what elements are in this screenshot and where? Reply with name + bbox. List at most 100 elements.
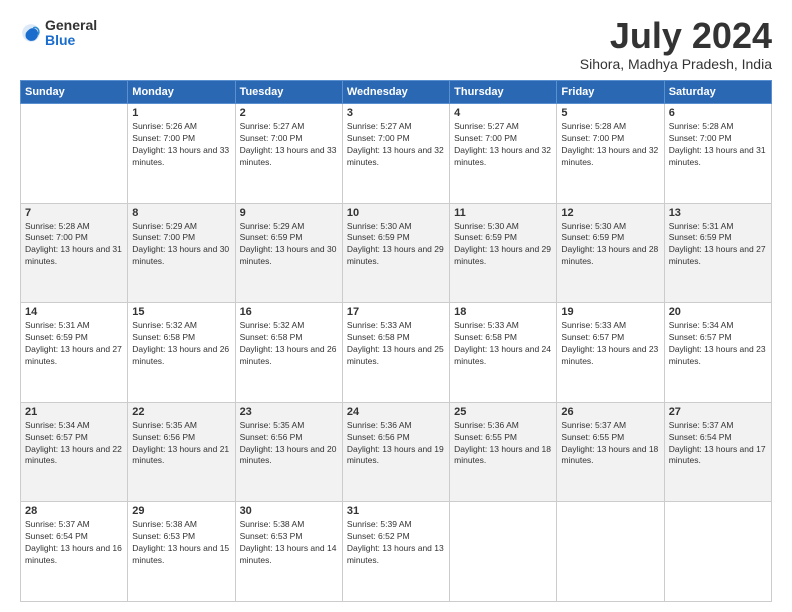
calendar-cell: 23 Sunrise: 5:35 AM Sunset: 6:56 PM Dayli… — [235, 402, 342, 502]
day-header-sunday: Sunday — [21, 81, 128, 104]
day-number: 17 — [347, 306, 445, 318]
logo-icon — [20, 22, 42, 44]
calendar-cell: 30 Sunrise: 5:38 AM Sunset: 6:53 PM Dayli… — [235, 502, 342, 602]
cell-info: Sunrise: 5:28 AM Sunset: 7:00 PM Dayligh… — [669, 121, 767, 169]
calendar-week-row: 1Sunrise: 5:26 AM Sunset: 7:00 PM Daylig… — [21, 104, 772, 204]
cell-info: Sunrise: 5:37 AM Sunset: 6:54 PM Dayligh… — [25, 519, 123, 567]
calendar-week-row: 28 Sunrise: 5:37 AM Sunset: 6:54 PM Dayli… — [21, 502, 772, 602]
month-title: July 2024 — [580, 18, 772, 54]
day-number: 12 — [561, 207, 659, 219]
day-number: 21 — [25, 406, 123, 418]
day-number: 10 — [347, 207, 445, 219]
day-number: 18 — [454, 306, 552, 318]
calendar-cell: 16 Sunrise: 5:32 AM Sunset: 6:58 PM Dayli… — [235, 303, 342, 403]
calendar-cell: 8 Sunrise: 5:29 AM Sunset: 7:00 PM Daylig… — [128, 203, 235, 303]
calendar-cell: 22Sunrise: 5:35 AM Sunset: 6:56 PM Dayli… — [128, 402, 235, 502]
day-number: 13 — [669, 207, 767, 219]
cell-info: Sunrise: 5:37 AM Sunset: 6:54 PM Dayligh… — [669, 420, 767, 468]
cell-info: Sunrise: 5:38 AM Sunset: 6:53 PM Dayligh… — [240, 519, 338, 567]
cell-info: Sunrise: 5:37 AM Sunset: 6:55 PM Dayligh… — [561, 420, 659, 468]
calendar-cell: 6 Sunrise: 5:28 AM Sunset: 7:00 PM Daylig… — [664, 104, 771, 204]
day-number: 2 — [240, 107, 338, 119]
calendar-table: SundayMondayTuesdayWednesdayThursdayFrid… — [20, 80, 772, 602]
day-header-monday: Monday — [128, 81, 235, 104]
day-number: 6 — [669, 107, 767, 119]
day-number: 9 — [240, 207, 338, 219]
logo-blue: Blue — [45, 33, 97, 48]
day-header-wednesday: Wednesday — [342, 81, 449, 104]
day-number: 1 — [132, 107, 230, 119]
cell-info: Sunrise: 5:30 AM Sunset: 6:59 PM Dayligh… — [561, 221, 659, 269]
cell-info: Sunrise: 5:28 AM Sunset: 7:00 PM Dayligh… — [25, 221, 123, 269]
cell-info: Sunrise: 5:34 AM Sunset: 6:57 PM Dayligh… — [669, 320, 767, 368]
cell-info: Sunrise: 5:27 AM Sunset: 7:00 PM Dayligh… — [454, 121, 552, 169]
calendar-cell — [450, 502, 557, 602]
calendar-cell — [557, 502, 664, 602]
day-header-saturday: Saturday — [664, 81, 771, 104]
day-number: 24 — [347, 406, 445, 418]
calendar-cell: 10 Sunrise: 5:30 AM Sunset: 6:59 PM Dayli… — [342, 203, 449, 303]
cell-info: Sunrise: 5:29 AM Sunset: 7:00 PM Dayligh… — [132, 221, 230, 269]
day-number: 23 — [240, 406, 338, 418]
cell-info: Sunrise: 5:38 AM Sunset: 6:53 PM Dayligh… — [132, 519, 230, 567]
day-number: 7 — [25, 207, 123, 219]
calendar-cell: 29 Sunrise: 5:38 AM Sunset: 6:53 PM Dayli… — [128, 502, 235, 602]
day-number: 19 — [561, 306, 659, 318]
calendar-week-row: 7 Sunrise: 5:28 AM Sunset: 7:00 PM Daylig… — [21, 203, 772, 303]
calendar-cell: 12 Sunrise: 5:30 AM Sunset: 6:59 PM Dayli… — [557, 203, 664, 303]
day-number: 29 — [132, 505, 230, 517]
calendar-cell: 24 Sunrise: 5:36 AM Sunset: 6:56 PM Dayli… — [342, 402, 449, 502]
calendar-header-row: SundayMondayTuesdayWednesdayThursdayFrid… — [21, 81, 772, 104]
calendar-cell: 14Sunrise: 5:31 AM Sunset: 6:59 PM Dayli… — [21, 303, 128, 403]
day-number: 3 — [347, 107, 445, 119]
day-number: 20 — [669, 306, 767, 318]
calendar-cell: 3Sunrise: 5:27 AM Sunset: 7:00 PM Daylig… — [342, 104, 449, 204]
cell-info: Sunrise: 5:33 AM Sunset: 6:58 PM Dayligh… — [347, 320, 445, 368]
cell-info: Sunrise: 5:36 AM Sunset: 6:56 PM Dayligh… — [347, 420, 445, 468]
calendar-cell: 19Sunrise: 5:33 AM Sunset: 6:57 PM Dayli… — [557, 303, 664, 403]
cell-info: Sunrise: 5:28 AM Sunset: 7:00 PM Dayligh… — [561, 121, 659, 169]
page: General Blue July 2024 Sihora, Madhya Pr… — [0, 0, 792, 612]
day-number: 11 — [454, 207, 552, 219]
calendar-cell — [664, 502, 771, 602]
title-section: July 2024 Sihora, Madhya Pradesh, India — [580, 18, 772, 72]
cell-info: Sunrise: 5:33 AM Sunset: 6:58 PM Dayligh… — [454, 320, 552, 368]
calendar-cell: 15 Sunrise: 5:32 AM Sunset: 6:58 PM Dayli… — [128, 303, 235, 403]
calendar-cell: 9 Sunrise: 5:29 AM Sunset: 6:59 PM Daylig… — [235, 203, 342, 303]
day-number: 15 — [132, 306, 230, 318]
logo-text: General Blue — [45, 18, 97, 49]
calendar-cell: 11Sunrise: 5:30 AM Sunset: 6:59 PM Dayli… — [450, 203, 557, 303]
cell-info: Sunrise: 5:32 AM Sunset: 6:58 PM Dayligh… — [132, 320, 230, 368]
day-number: 8 — [132, 207, 230, 219]
calendar-cell: 18 Sunrise: 5:33 AM Sunset: 6:58 PM Dayli… — [450, 303, 557, 403]
calendar-cell: 27 Sunrise: 5:37 AM Sunset: 6:54 PM Dayli… — [664, 402, 771, 502]
day-number: 31 — [347, 505, 445, 517]
calendar-cell: 21Sunrise: 5:34 AM Sunset: 6:57 PM Dayli… — [21, 402, 128, 502]
calendar-cell: 7 Sunrise: 5:28 AM Sunset: 7:00 PM Daylig… — [21, 203, 128, 303]
calendar-cell: 28 Sunrise: 5:37 AM Sunset: 6:54 PM Dayli… — [21, 502, 128, 602]
cell-info: Sunrise: 5:35 AM Sunset: 6:56 PM Dayligh… — [240, 420, 338, 468]
day-number: 14 — [25, 306, 123, 318]
day-number: 30 — [240, 505, 338, 517]
cell-info: Sunrise: 5:31 AM Sunset: 6:59 PM Dayligh… — [669, 221, 767, 269]
cell-info: Sunrise: 5:30 AM Sunset: 6:59 PM Dayligh… — [347, 221, 445, 269]
cell-info: Sunrise: 5:29 AM Sunset: 6:59 PM Dayligh… — [240, 221, 338, 269]
day-number: 27 — [669, 406, 767, 418]
calendar-cell: 5Sunrise: 5:28 AM Sunset: 7:00 PM Daylig… — [557, 104, 664, 204]
cell-info: Sunrise: 5:32 AM Sunset: 6:58 PM Dayligh… — [240, 320, 338, 368]
logo-general: General — [45, 18, 97, 33]
day-header-friday: Friday — [557, 81, 664, 104]
calendar-cell: 20 Sunrise: 5:34 AM Sunset: 6:57 PM Dayli… — [664, 303, 771, 403]
cell-info: Sunrise: 5:27 AM Sunset: 7:00 PM Dayligh… — [240, 121, 338, 169]
day-number: 16 — [240, 306, 338, 318]
cell-info: Sunrise: 5:35 AM Sunset: 6:56 PM Dayligh… — [132, 420, 230, 468]
logo: General Blue — [20, 18, 97, 49]
calendar-week-row: 21Sunrise: 5:34 AM Sunset: 6:57 PM Dayli… — [21, 402, 772, 502]
calendar-cell: 4Sunrise: 5:27 AM Sunset: 7:00 PM Daylig… — [450, 104, 557, 204]
day-number: 26 — [561, 406, 659, 418]
day-number: 28 — [25, 505, 123, 517]
cell-info: Sunrise: 5:36 AM Sunset: 6:55 PM Dayligh… — [454, 420, 552, 468]
calendar-cell: 13 Sunrise: 5:31 AM Sunset: 6:59 PM Dayli… — [664, 203, 771, 303]
calendar-cell: 2 Sunrise: 5:27 AM Sunset: 7:00 PM Daylig… — [235, 104, 342, 204]
calendar-cell: 25Sunrise: 5:36 AM Sunset: 6:55 PM Dayli… — [450, 402, 557, 502]
